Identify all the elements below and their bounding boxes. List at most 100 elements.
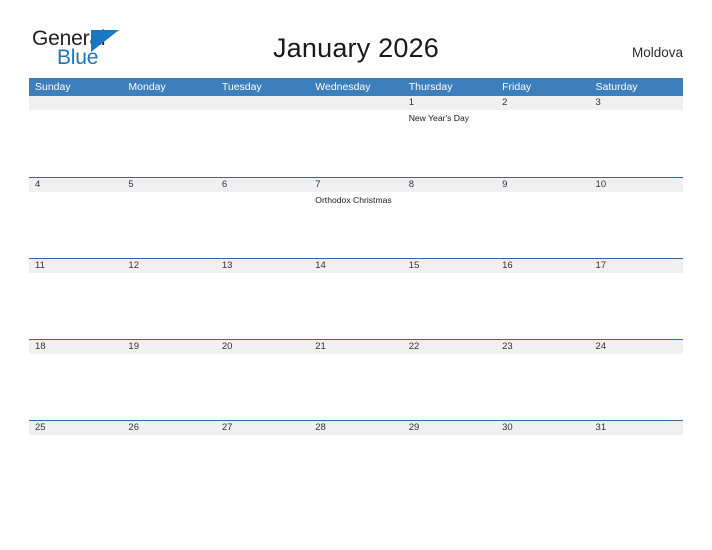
weekday-header-saturday: Saturday	[595, 81, 638, 93]
day-event: Orthodox Christmas	[315, 195, 392, 205]
day-number[interactable]: 26	[122, 421, 215, 435]
day-number[interactable]: 15	[403, 259, 496, 273]
day-cell[interactable]	[29, 354, 122, 421]
day-cell[interactable]	[590, 192, 683, 259]
day-cell[interactable]	[590, 354, 683, 421]
day-number[interactable]: 18	[29, 340, 122, 354]
day-cell[interactable]	[496, 273, 589, 340]
country-label: Moldova	[631, 45, 683, 60]
day-cell[interactable]	[403, 192, 496, 259]
day-cell[interactable]	[496, 354, 589, 421]
week-date-strip: 4 5 6 7 8 9 10	[29, 177, 683, 192]
day-number[interactable]: 12	[122, 259, 215, 273]
day-cell[interactable]	[309, 110, 402, 177]
day-number[interactable]: 21	[309, 340, 402, 354]
day-number[interactable]: 9	[496, 178, 589, 192]
day-number[interactable]: 24	[590, 340, 683, 354]
day-cell[interactable]	[216, 273, 309, 340]
week-body-strip: New Year's Day	[29, 110, 683, 177]
day-cell[interactable]	[29, 435, 122, 502]
week-date-strip: 11 12 13 14 15 16 17	[29, 258, 683, 273]
day-cell[interactable]	[122, 435, 215, 502]
weekday-header-wednesday: Wednesday	[315, 81, 371, 93]
day-cell[interactable]	[29, 110, 122, 177]
day-number[interactable]: 8	[403, 178, 496, 192]
day-event: New Year's Day	[408, 113, 470, 123]
day-number[interactable]: 14	[309, 259, 402, 273]
day-number[interactable]: 16	[496, 259, 589, 273]
day-cell[interactable]	[496, 192, 589, 259]
day-number[interactable]	[122, 96, 215, 110]
week-body-strip	[29, 273, 683, 340]
day-cell[interactable]	[122, 192, 215, 259]
day-cell[interactable]	[403, 354, 496, 421]
day-cell[interactable]	[122, 110, 215, 177]
day-cell[interactable]	[403, 435, 496, 502]
day-cell[interactable]	[590, 110, 683, 177]
day-number[interactable]: 4	[29, 178, 122, 192]
day-cell[interactable]	[122, 273, 215, 340]
day-number[interactable]: 1	[403, 96, 496, 110]
week-date-strip: 25 26 27 28 29 30 31	[29, 420, 683, 435]
day-cell[interactable]	[309, 273, 402, 340]
page-title: January 2026	[272, 33, 440, 63]
day-number[interactable]: 17	[590, 259, 683, 273]
weekday-header-monday: Monday	[128, 81, 166, 93]
day-cell[interactable]	[590, 273, 683, 340]
week-date-strip: 18 19 20 21 22 23 24	[29, 339, 683, 354]
day-number[interactable]: 30	[496, 421, 589, 435]
week-row: 11 12 13 14 15 16 17	[29, 258, 683, 339]
calendar-table: Sunday Monday Tuesday Wednesday Thursday…	[29, 78, 683, 501]
week-row: 25 26 27 28 29 30 31	[29, 420, 683, 501]
day-number[interactable]: 20	[216, 340, 309, 354]
week-row: 18 19 20 21 22 23 24	[29, 339, 683, 420]
week-body-strip	[29, 354, 683, 421]
week-date-strip: 1 2 3	[29, 96, 683, 110]
day-number[interactable]: 19	[122, 340, 215, 354]
day-cell[interactable]	[29, 192, 122, 259]
day-cell[interactable]: New Year's Day	[403, 110, 496, 177]
day-cell[interactable]	[122, 354, 215, 421]
day-number[interactable]	[309, 96, 402, 110]
day-cell[interactable]	[309, 435, 402, 502]
day-cell[interactable]	[216, 192, 309, 259]
day-number[interactable]: 5	[122, 178, 215, 192]
day-cell[interactable]	[496, 435, 589, 502]
day-cell[interactable]	[216, 110, 309, 177]
weekday-header-sunday: Sunday	[35, 81, 71, 93]
day-cell[interactable]	[216, 435, 309, 502]
day-cell[interactable]	[29, 273, 122, 340]
day-number[interactable]: 27	[216, 421, 309, 435]
day-number[interactable]: 29	[403, 421, 496, 435]
day-cell[interactable]	[309, 354, 402, 421]
weekday-header-row: Sunday Monday Tuesday Wednesday Thursday…	[29, 78, 683, 96]
day-number[interactable]: 13	[216, 259, 309, 273]
week-row: 4 5 6 7 8 9 10 Orthodox Christmas	[29, 177, 683, 258]
day-cell[interactable]	[590, 435, 683, 502]
week-body-strip	[29, 435, 683, 502]
day-number[interactable]: 3	[590, 96, 683, 110]
day-number[interactable]: 22	[403, 340, 496, 354]
day-cell[interactable]	[216, 354, 309, 421]
day-cell[interactable]	[496, 110, 589, 177]
day-number[interactable]: 10	[590, 178, 683, 192]
day-number[interactable]	[216, 96, 309, 110]
day-number[interactable]: 11	[29, 259, 122, 273]
day-number[interactable]: 2	[496, 96, 589, 110]
day-number[interactable]: 28	[309, 421, 402, 435]
weekday-header-friday: Friday	[502, 81, 532, 93]
day-number[interactable]: 31	[590, 421, 683, 435]
page-header: General Blue January 2026 Moldova	[0, 0, 712, 78]
day-number[interactable]: 23	[496, 340, 589, 354]
week-row: 1 2 3 New Year's Day	[29, 96, 683, 177]
day-cell[interactable]	[403, 273, 496, 340]
calendar-page: General Blue January 2026 Moldova Sunday…	[0, 0, 712, 550]
weekday-header-tuesday: Tuesday	[221, 81, 262, 93]
week-body-strip: Orthodox Christmas	[29, 192, 683, 259]
day-cell[interactable]: Orthodox Christmas	[309, 192, 402, 259]
weekday-header-thursday: Thursday	[408, 81, 453, 93]
day-number[interactable]: 7	[309, 178, 402, 192]
day-number[interactable]: 6	[216, 178, 309, 192]
day-number[interactable]	[29, 96, 122, 110]
day-number[interactable]: 25	[29, 421, 122, 435]
